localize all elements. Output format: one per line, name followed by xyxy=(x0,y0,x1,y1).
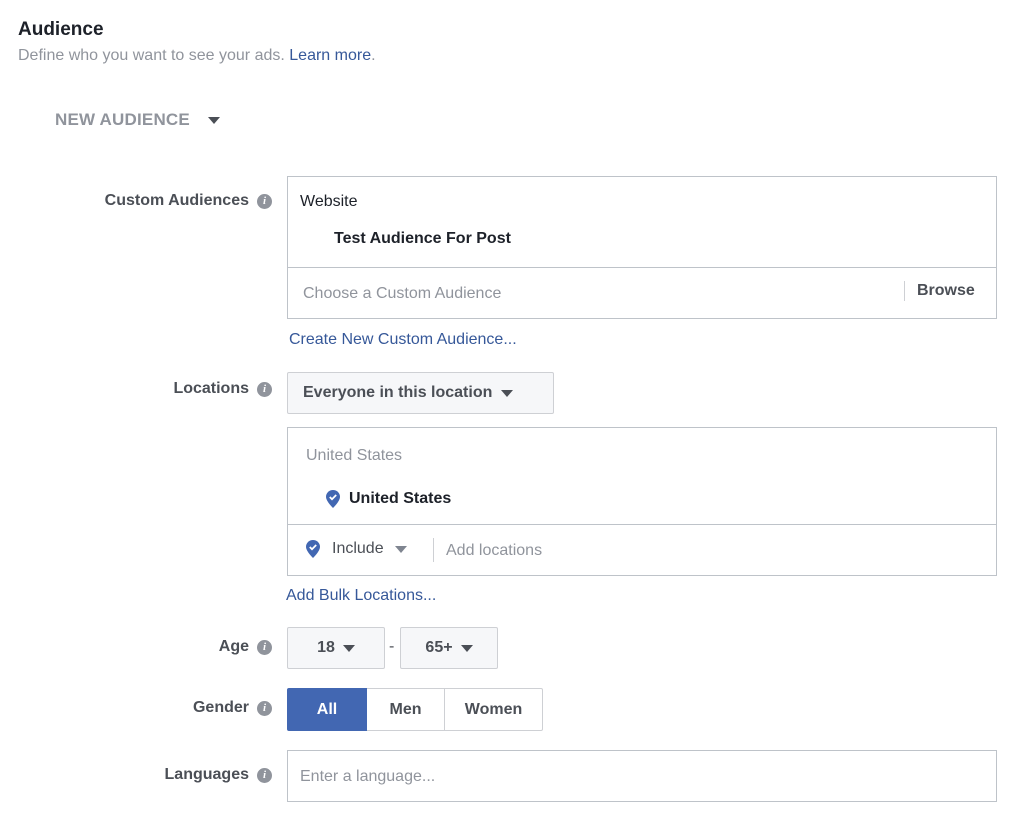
section-title: Audience xyxy=(18,19,104,40)
age-max-value: 65+ xyxy=(425,639,453,656)
location-group: United States xyxy=(306,447,403,464)
section-subtitle: Define who you want to see your ads. Lea… xyxy=(18,47,376,65)
age-max-dropdown[interactable]: 65+ xyxy=(400,627,498,669)
divider xyxy=(288,524,996,525)
subtitle-period: . xyxy=(371,47,376,64)
languages-input[interactable]: Enter a language... xyxy=(287,750,997,802)
chevron-down-icon xyxy=(394,545,407,553)
subtitle-text: Define who you want to see your ads. xyxy=(18,47,285,64)
locations-label: Locations i xyxy=(22,380,272,398)
gender-label-text: Gender xyxy=(192,699,249,716)
age-separator: - xyxy=(389,638,395,655)
languages-label-text: Languages xyxy=(164,766,249,783)
selected-location[interactable]: United States xyxy=(326,490,451,508)
gender-segmented-control: All Men Women xyxy=(287,688,543,731)
include-dropdown[interactable]: Include xyxy=(306,540,407,558)
age-min-dropdown[interactable]: 18 xyxy=(287,627,385,669)
info-icon[interactable]: i xyxy=(257,193,272,209)
custom-audiences-box: Website Test Audience For Post Choose a … xyxy=(287,176,997,319)
gender-men-button[interactable]: Men xyxy=(367,688,445,731)
custom-audience-group: Website xyxy=(300,193,358,210)
audience-selector-label: NEW AUDIENCE xyxy=(55,110,190,129)
create-custom-audience-link[interactable]: Create New Custom Audience... xyxy=(289,331,517,349)
chevron-down-icon xyxy=(460,644,473,652)
location-type-label: Everyone in this location xyxy=(303,384,493,401)
custom-audiences-label: Custom Audiences i xyxy=(22,192,272,210)
custom-audiences-label-text: Custom Audiences xyxy=(104,192,249,209)
divider xyxy=(904,281,905,301)
chevron-down-icon xyxy=(207,116,220,124)
age-label: Age i xyxy=(22,638,272,656)
divider xyxy=(433,538,434,562)
divider xyxy=(288,267,996,268)
info-icon[interactable]: i xyxy=(257,700,272,716)
age-label-text: Age xyxy=(218,638,249,655)
chevron-down-icon xyxy=(342,644,355,652)
info-icon[interactable]: i xyxy=(257,381,272,397)
gender-all-button[interactable]: All xyxy=(287,688,367,731)
selected-location-text: United States xyxy=(349,490,452,507)
info-icon[interactable]: i xyxy=(257,639,272,655)
add-bulk-locations-link[interactable]: Add Bulk Locations... xyxy=(286,587,436,605)
location-type-dropdown[interactable]: Everyone in this location xyxy=(287,372,554,414)
languages-label: Languages i xyxy=(22,766,272,784)
custom-audience-input[interactable]: Choose a Custom Audience xyxy=(303,285,501,303)
add-locations-input[interactable]: Add locations xyxy=(446,542,542,560)
browse-button[interactable]: Browse xyxy=(917,282,975,300)
locations-box: United States United States Include Add … xyxy=(287,427,997,576)
gender-label: Gender i xyxy=(22,699,272,717)
selected-custom-audience[interactable]: Test Audience For Post xyxy=(334,230,511,248)
chevron-down-icon xyxy=(501,389,514,397)
include-label: Include xyxy=(332,540,384,557)
learn-more-link[interactable]: Learn more xyxy=(289,47,371,64)
locations-label-text: Locations xyxy=(173,380,249,397)
gender-women-button[interactable]: Women xyxy=(444,688,543,731)
location-pin-icon xyxy=(306,540,320,558)
age-min-value: 18 xyxy=(317,639,335,656)
languages-placeholder: Enter a language... xyxy=(300,768,436,785)
info-icon[interactable]: i xyxy=(257,767,272,783)
audience-selector-dropdown[interactable]: NEW AUDIENCE xyxy=(55,110,220,130)
location-pin-icon xyxy=(326,490,340,508)
